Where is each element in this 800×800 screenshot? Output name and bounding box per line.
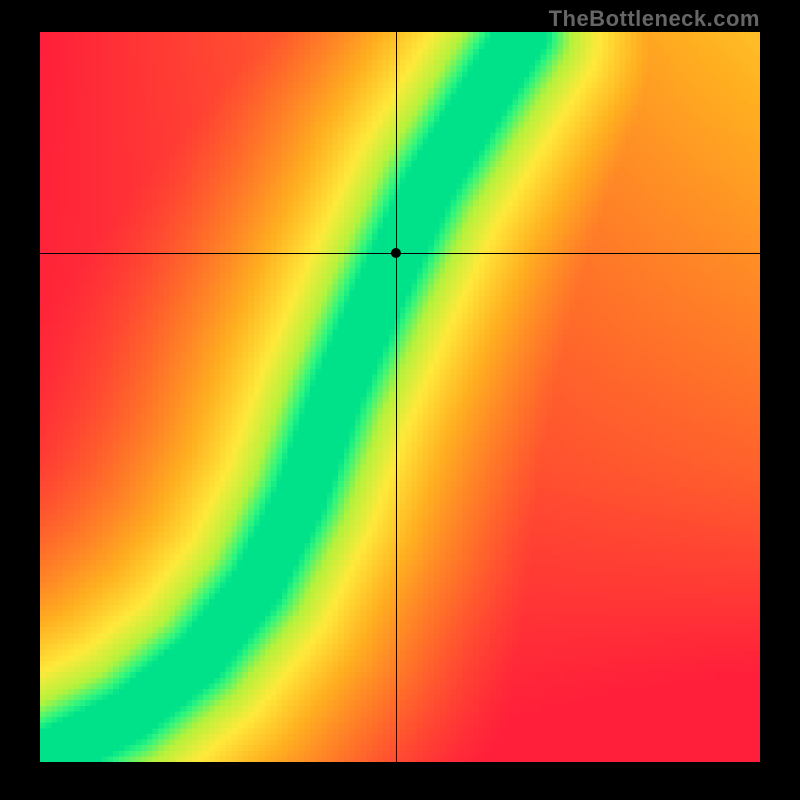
heatmap-plot (40, 32, 760, 762)
chart-frame: TheBottleneck.com (0, 0, 800, 800)
heatmap-canvas (40, 32, 760, 762)
watermark-text: TheBottleneck.com (549, 6, 760, 32)
